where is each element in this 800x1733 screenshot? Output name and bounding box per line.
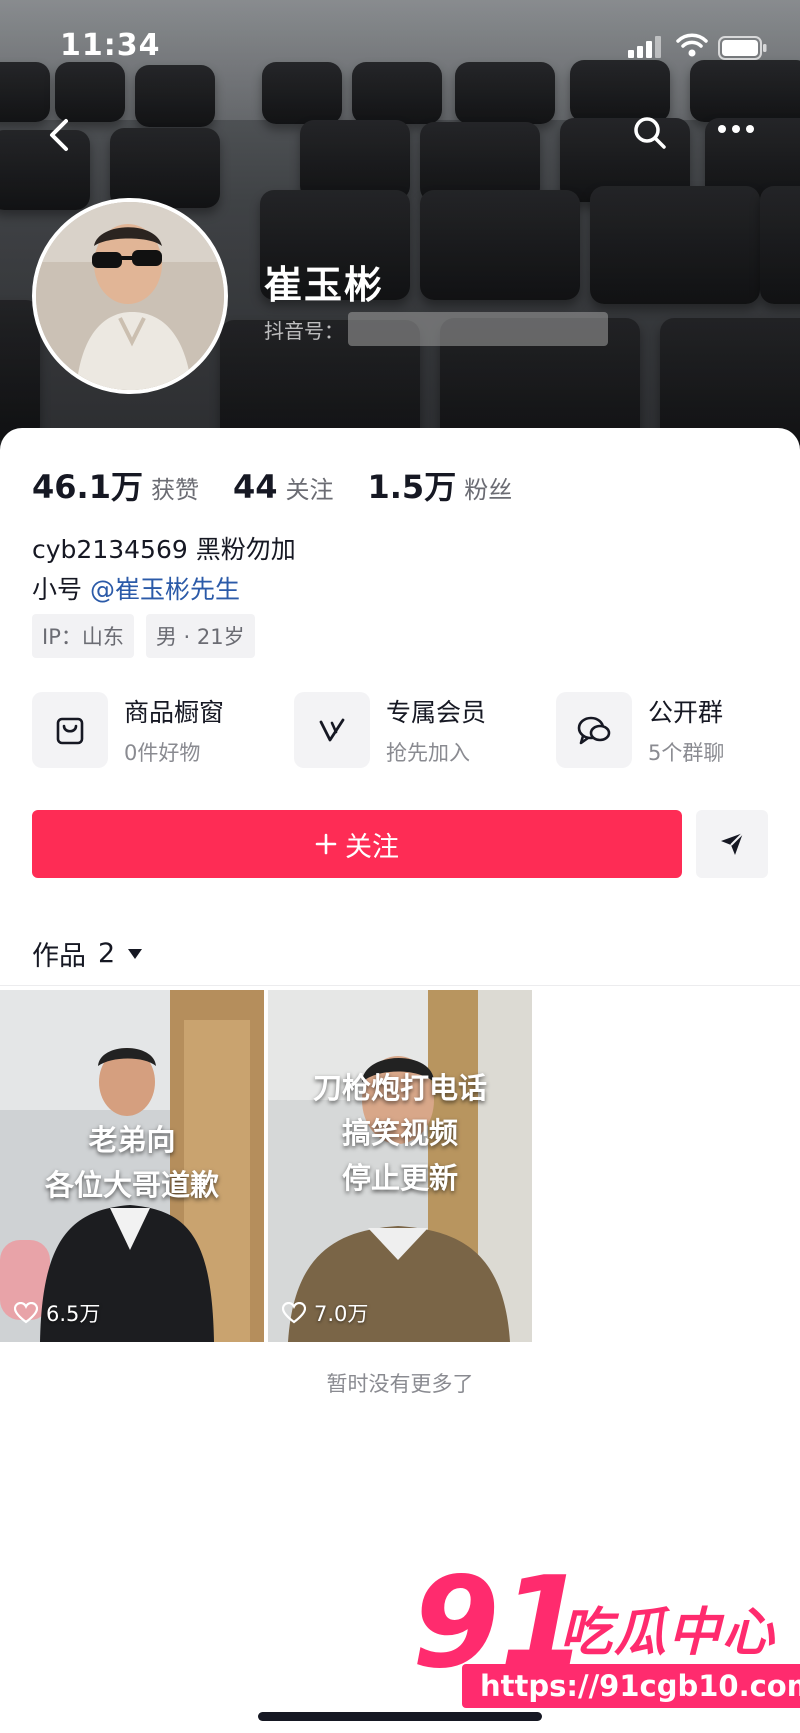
video-thumbnail[interactable]: 刀枪炮打电话 搞笑视频 停止更新 7.0万 — [268, 990, 532, 1342]
douyin-id-redacted — [348, 312, 608, 346]
douyin-id-label: 抖音号： — [264, 318, 344, 343]
service-subtitle: 5个群聊 — [648, 741, 725, 765]
search-icon[interactable] — [630, 113, 670, 153]
group-chat-icon — [577, 716, 611, 745]
alt-account-prefix: 小号 — [32, 575, 83, 604]
no-more-content-text: 暂时没有更多了 — [326, 1372, 474, 1396]
battery-icon — [718, 36, 767, 60]
status-bar: 11:34 — [0, 0, 800, 96]
more-options-icon[interactable] — [716, 122, 756, 136]
service-shop-window[interactable]: 商品橱窗 0件好物 — [32, 692, 224, 768]
stat-value: 44 — [232, 468, 278, 506]
service-title: 商品橱窗 — [124, 698, 225, 727]
profile-tags: IP：山东 男 · 21岁 — [32, 614, 267, 658]
membership-v-icon — [319, 718, 345, 742]
video-caption: 刀枪炮打电话 搞笑视频 停止更新 — [268, 1066, 532, 1201]
alt-account: 小号 @崔玉彬先生 — [32, 570, 240, 606]
works-tab-label: 作品 — [32, 941, 86, 972]
video-caption-line: 搞笑视频 — [341, 1115, 458, 1150]
profile-bio: cyb2134569 黑粉勿加 — [32, 535, 296, 564]
status-time: 11:34 — [60, 28, 161, 63]
service-subtitle: 抢先加入 — [386, 741, 470, 765]
video-caption-line: 刀枪炮打电话 — [312, 1071, 487, 1105]
watermark: 91 吃瓜中心 https://91cgb10.com — [400, 1560, 800, 1733]
video-grid: 老弟向 各位大哥道歉 6.5万 刀枪炮打电话 搞笑视频 停止更新 7.0万 — [0, 990, 536, 1342]
heart-icon — [282, 1302, 306, 1324]
stat-following[interactable]: 44 关注 — [233, 468, 334, 506]
home-indicator[interactable] — [258, 1712, 542, 1721]
stat-value: 1.5万 — [367, 468, 457, 506]
service-title: 公开群 — [648, 698, 724, 727]
follow-button[interactable]: 关注 — [32, 810, 682, 878]
service-public-group[interactable]: 公开群 5个群聊 — [556, 692, 724, 768]
send-icon — [721, 832, 744, 855]
caret-down-icon — [128, 948, 143, 959]
video-likes: 6.5万 — [14, 1298, 100, 1328]
video-likes: 7.0万 — [282, 1298, 368, 1328]
service-icon-box — [556, 692, 632, 768]
service-title: 专属会员 — [386, 698, 487, 727]
service-subtitle: 0件好物 — [124, 741, 201, 765]
alt-account-mention-link[interactable]: @崔玉彬先生 — [90, 575, 240, 604]
video-caption: 老弟向 各位大哥道歉 — [0, 1118, 264, 1208]
avatar-photo — [36, 202, 224, 390]
service-icon-box — [294, 692, 370, 768]
service-membership[interactable]: 专属会员 抢先加入 — [294, 692, 486, 768]
stat-likes: 46.1万 获赞 — [32, 462, 199, 508]
works-count: 2 — [98, 938, 116, 969]
stat-followers[interactable]: 1.5万 粉丝 — [368, 462, 513, 508]
video-caption-line: 停止更新 — [341, 1160, 458, 1195]
heart-icon — [14, 1302, 38, 1324]
stat-label: 关注 — [285, 476, 334, 504]
watermark-url: https://91cgb10.com — [462, 1664, 800, 1708]
video-likes-count: 6.5万 — [46, 1302, 101, 1326]
video-thumbnail[interactable]: 老弟向 各位大哥道歉 6.5万 — [0, 990, 264, 1342]
back-arrow-icon[interactable] — [42, 115, 78, 155]
follow-button-label: 关注 — [345, 831, 399, 863]
avatar[interactable] — [32, 198, 228, 394]
service-icon-box — [32, 692, 108, 768]
wifi-icon — [676, 33, 708, 57]
plus-icon — [315, 833, 337, 855]
tab-divider — [0, 985, 800, 986]
douyin-id: 抖音号： — [264, 312, 608, 346]
video-caption-line: 老弟向 — [88, 1123, 176, 1157]
watermark-logo-text: 吃瓜中心 — [560, 1603, 777, 1663]
cellular-signal-icon — [628, 36, 661, 58]
service-entries: 商品橱窗 0件好物 专属会员 抢先加入 公开群 5个群聊 — [32, 692, 772, 772]
stat-label: 粉丝 — [464, 476, 513, 504]
shopping-bag-icon — [56, 717, 84, 745]
stat-value: 46.1万 — [32, 468, 143, 506]
share-button[interactable] — [696, 810, 768, 878]
ip-location-tag: IP：山东 — [32, 614, 134, 658]
tab-works[interactable]: 作品 2 — [32, 934, 143, 973]
profile-card: 46.1万 获赞 44 关注 1.5万 粉丝 cyb2134569 黑粉勿加 小… — [0, 428, 800, 1733]
video-likes-count: 7.0万 — [314, 1302, 369, 1326]
profile-stats: 46.1万 获赞 44 关注 1.5万 粉丝 — [32, 462, 546, 508]
gender-age-tag: 男 · 21岁 — [145, 614, 255, 658]
stat-label: 获赞 — [150, 476, 199, 504]
video-caption-line: 各位大哥道歉 — [44, 1167, 219, 1202]
profile-name: 崔玉彬 — [264, 263, 385, 307]
